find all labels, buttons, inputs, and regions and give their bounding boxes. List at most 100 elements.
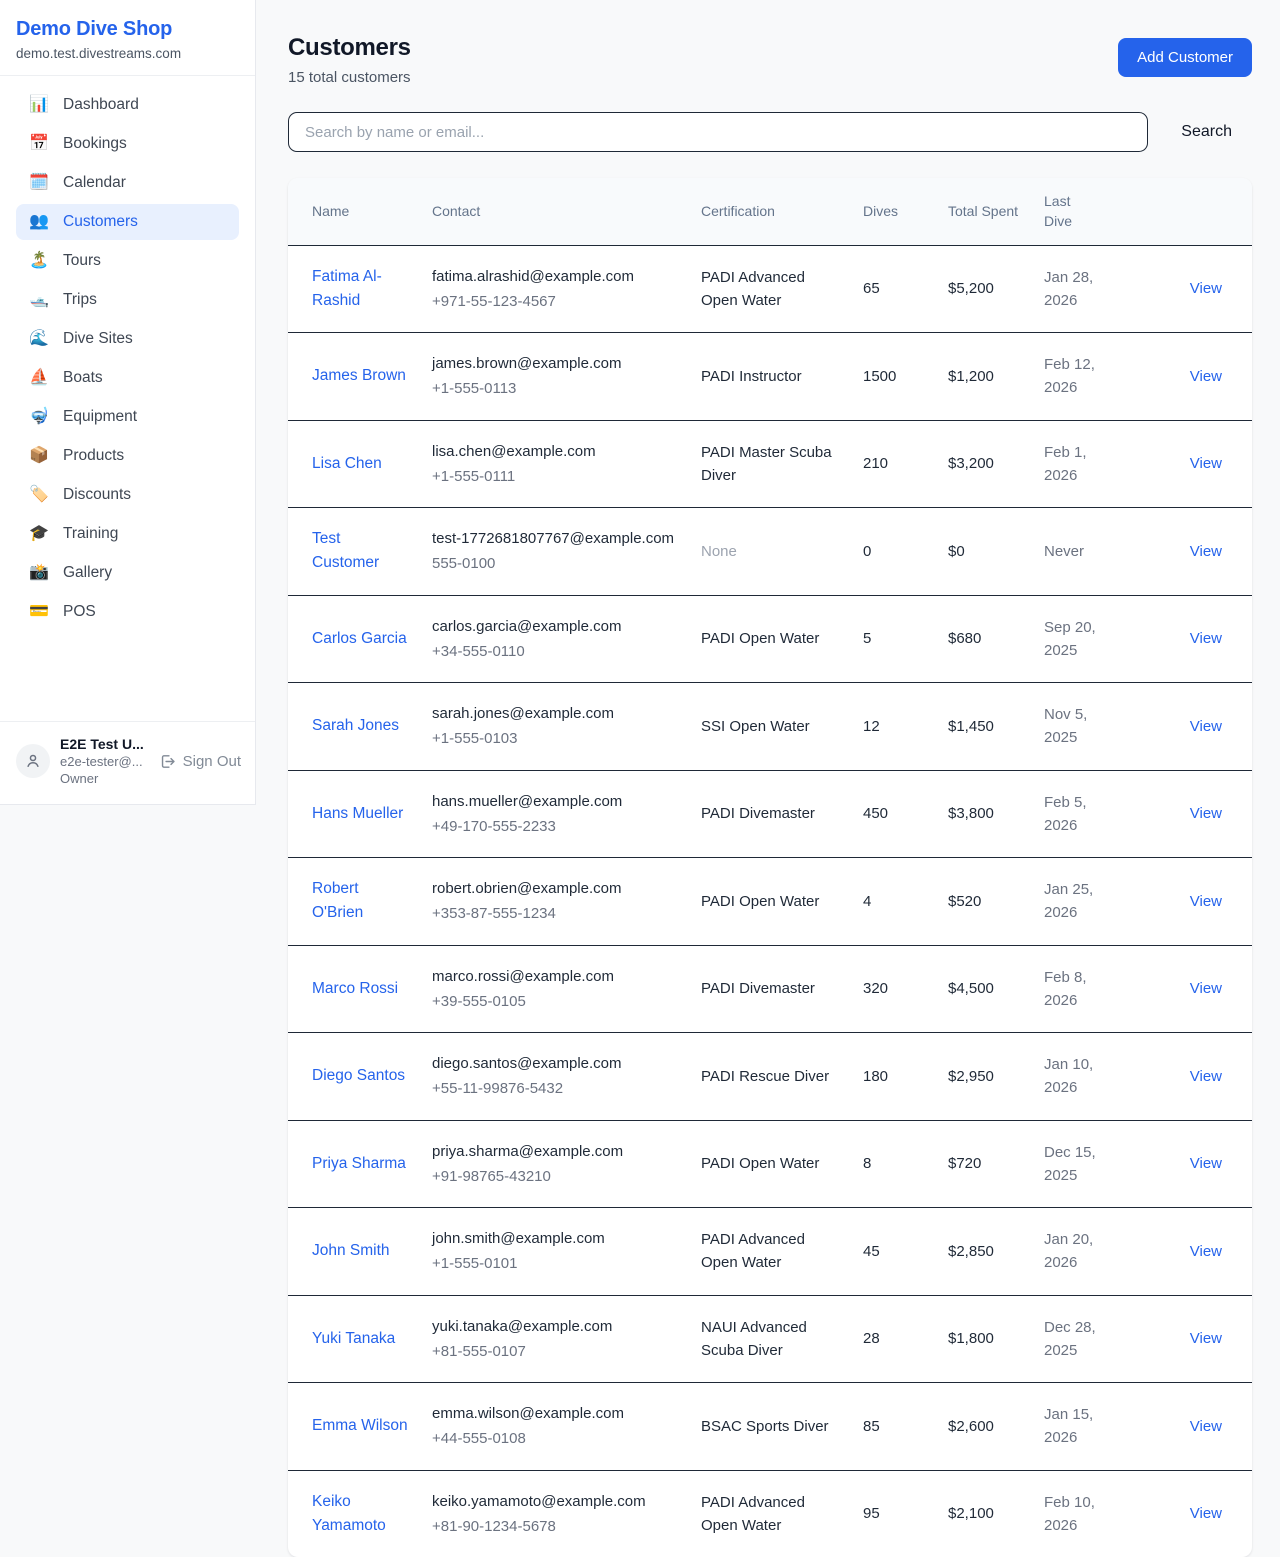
view-link[interactable]: View [1190, 455, 1222, 472]
customer-certification: PADI Advanced Open Water [701, 269, 805, 309]
view-link[interactable]: View [1190, 1068, 1222, 1085]
customer-name-link[interactable]: John Smith [312, 1239, 390, 1263]
table-row: Sarah Jones sarah.jones@example.com +1-5… [288, 683, 1252, 771]
sidebar-item-equipment[interactable]: 🤿 Equipment [16, 399, 239, 435]
table-row: Lisa Chen lisa.chen@example.com +1-555-0… [288, 420, 1252, 508]
sidebar-item-label: Gallery [63, 564, 112, 582]
customer-name-link[interactable]: James Brown [312, 364, 406, 388]
customer-dives: 4 [863, 893, 871, 910]
col-dives: Dives [851, 178, 936, 245]
view-link[interactable]: View [1190, 543, 1222, 560]
sign-out-label: Sign Out [183, 753, 241, 770]
view-link[interactable]: View [1190, 718, 1222, 735]
customer-last-dive: Never [1044, 543, 1084, 560]
customer-dives: 320 [863, 980, 888, 997]
sidebar-item-dive-sites[interactable]: 🌊 Dive Sites [16, 321, 239, 357]
sidebar-item-gallery[interactable]: 📸 Gallery [16, 555, 239, 591]
customer-name-link[interactable]: Sarah Jones [312, 714, 399, 738]
customer-name-link[interactable]: Marco Rossi [312, 977, 398, 1001]
customer-email: fatima.alrashid@example.com [432, 265, 677, 288]
customer-total-spent: $1,800 [948, 1330, 994, 1347]
sidebar-item-bookings[interactable]: 📅 Bookings [16, 126, 239, 162]
sign-out-button[interactable]: Sign Out [159, 753, 241, 770]
view-link[interactable]: View [1190, 280, 1222, 297]
sidebar-item-label: Customers [63, 213, 138, 231]
sidebar-item-tours[interactable]: 🏝️ Tours [16, 243, 239, 279]
customer-name-link[interactable]: Fatima Al-Rashid [312, 265, 408, 313]
customer-last-dive: Jan 15, 2026 [1044, 1406, 1093, 1446]
view-link[interactable]: View [1190, 1330, 1222, 1347]
sidebar-item-dashboard[interactable]: 📊 Dashboard [16, 87, 239, 123]
sidebar-item-discounts[interactable]: 🏷️ Discounts [16, 477, 239, 513]
customer-name-link[interactable]: Test Customer [312, 527, 408, 575]
sidebar-item-pos[interactable]: 💳 POS [16, 594, 239, 630]
customer-total-spent: $720 [948, 1155, 981, 1172]
user-name: E2E Test U... [60, 736, 151, 752]
table-row: James Brown james.brown@example.com +1-5… [288, 333, 1252, 421]
sidebar-item-label: Discounts [63, 486, 131, 504]
table-row: Marco Rossi marco.rossi@example.com +39-… [288, 945, 1252, 1033]
sidebar-item-label: Boats [63, 369, 103, 387]
customer-name-link[interactable]: Yuki Tanaka [312, 1327, 395, 1351]
customer-email: john.smith@example.com [432, 1227, 677, 1250]
customer-email: carlos.garcia@example.com [432, 615, 677, 638]
customer-dives: 180 [863, 1068, 888, 1085]
customer-dives: 65 [863, 280, 880, 297]
customer-phone: +1-555-0103 [432, 727, 677, 750]
customer-phone: +81-90-1234-5678 [432, 1515, 677, 1538]
customer-last-dive: Feb 5, 2026 [1044, 794, 1087, 834]
view-link[interactable]: View [1190, 368, 1222, 385]
sidebar-item-customers[interactable]: 👥 Customers [16, 204, 239, 240]
view-link[interactable]: View [1190, 1505, 1222, 1522]
customers-table: Name Contact Certification Dives Total S… [288, 178, 1252, 1557]
view-link[interactable]: View [1190, 805, 1222, 822]
customer-last-dive: Feb 12, 2026 [1044, 356, 1095, 396]
customer-phone: +1-555-0111 [432, 465, 677, 488]
view-link[interactable]: View [1190, 1155, 1222, 1172]
add-customer-button[interactable]: Add Customer [1118, 38, 1252, 77]
customer-email: priya.sharma@example.com [432, 1140, 677, 1163]
customer-certification: PADI Open Water [701, 630, 819, 647]
customer-last-dive: Jan 28, 2026 [1044, 269, 1093, 309]
view-link[interactable]: View [1190, 1418, 1222, 1435]
col-contact: Contact [420, 178, 689, 245]
customer-name-link[interactable]: Carlos Garcia [312, 627, 407, 651]
sidebar-item-products[interactable]: 📦 Products [16, 438, 239, 474]
sidebar-item-label: Products [63, 447, 124, 465]
sidebar-item-trips[interactable]: 🛥️ Trips [16, 282, 239, 318]
view-link[interactable]: View [1190, 980, 1222, 997]
sidebar-item-training[interactable]: 🎓 Training [16, 516, 239, 552]
customer-name-link[interactable]: Emma Wilson [312, 1414, 408, 1438]
camera-flash-icon: 📸 [28, 565, 50, 581]
customer-name-link[interactable]: Priya Sharma [312, 1152, 406, 1176]
customer-certification: PADI Rescue Diver [701, 1068, 829, 1085]
table-row: Carlos Garcia carlos.garcia@example.com … [288, 595, 1252, 683]
customer-total-spent: $1,450 [948, 718, 994, 735]
sidebar-item-boats[interactable]: ⛵ Boats [16, 360, 239, 396]
customer-dives: 450 [863, 805, 888, 822]
search-input[interactable] [288, 112, 1148, 152]
sidebar-item-calendar[interactable]: 🗓️ Calendar [16, 165, 239, 201]
customers-table-card: Name Contact Certification Dives Total S… [288, 178, 1252, 1557]
view-link[interactable]: View [1190, 893, 1222, 910]
sidebar-item-label: Trips [63, 291, 97, 309]
sidebar-item-label: Bookings [63, 135, 127, 153]
customer-last-dive: Sep 20, 2025 [1044, 619, 1096, 659]
motorboat-icon: 🛥️ [28, 292, 50, 308]
customer-total-spent: $1,200 [948, 368, 994, 385]
customer-dives: 28 [863, 1330, 880, 1347]
customer-dives: 5 [863, 630, 871, 647]
customer-name-link[interactable]: Keiko Yamamoto [312, 1490, 408, 1538]
customer-name-link[interactable]: Diego Santos [312, 1064, 405, 1088]
view-link[interactable]: View [1190, 1243, 1222, 1260]
customer-name-link[interactable]: Lisa Chen [312, 452, 382, 476]
search-row: Search [288, 112, 1252, 152]
customer-phone: +39-555-0105 [432, 990, 677, 1013]
customer-name-link[interactable]: Hans Mueller [312, 802, 403, 826]
customer-last-dive: Jan 25, 2026 [1044, 881, 1093, 921]
customer-last-dive: Dec 28, 2025 [1044, 1319, 1096, 1359]
customer-dives: 1500 [863, 368, 896, 385]
search-button[interactable]: Search [1175, 119, 1238, 145]
customer-name-link[interactable]: Robert O'Brien [312, 877, 408, 925]
view-link[interactable]: View [1190, 630, 1222, 647]
